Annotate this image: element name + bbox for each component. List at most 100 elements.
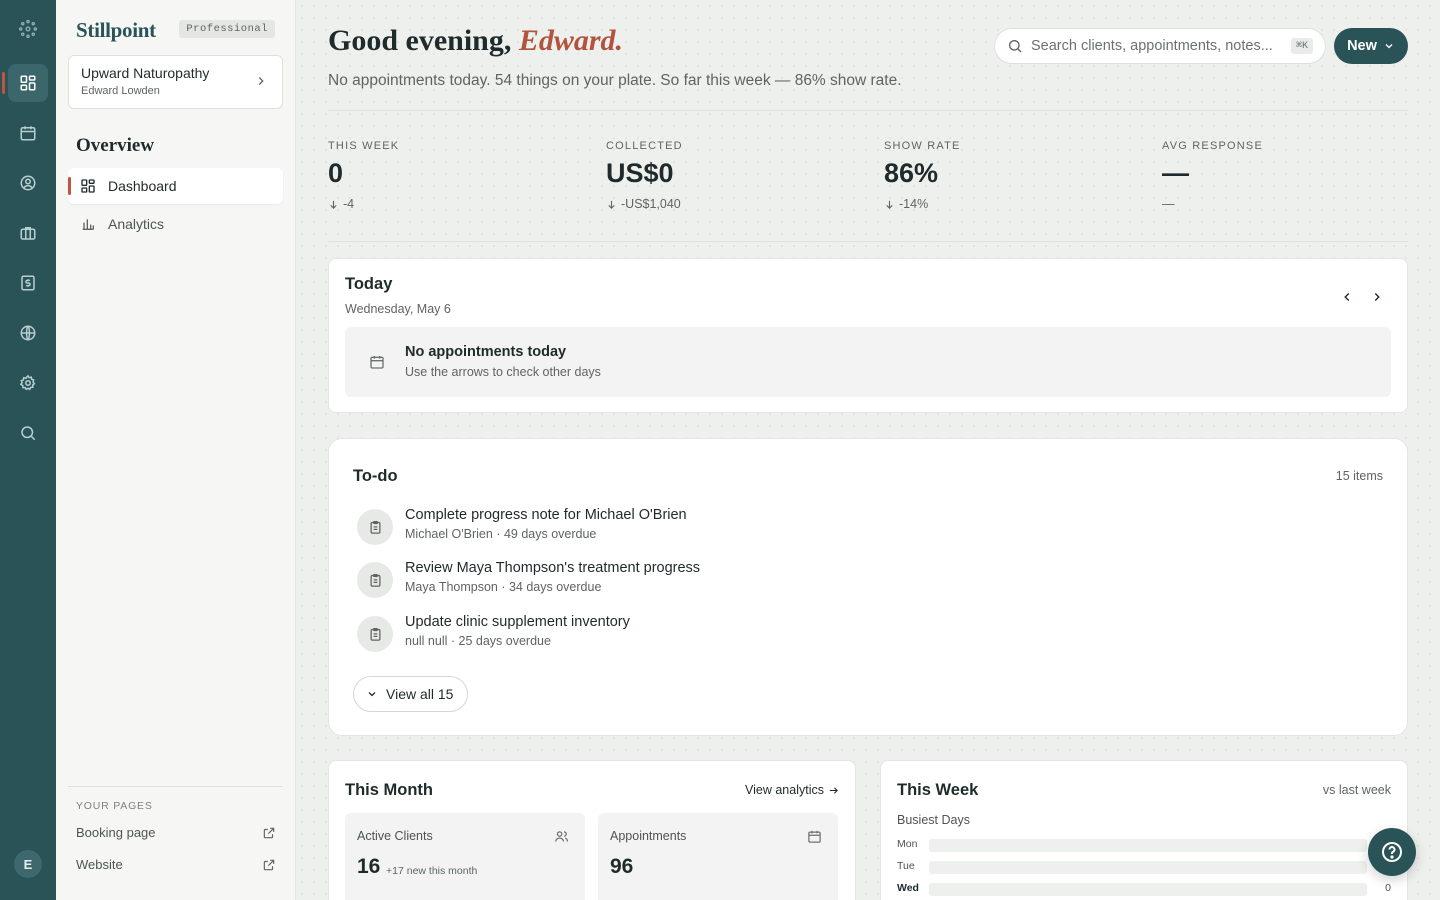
globe-icon (20, 325, 36, 341)
divider (328, 110, 1408, 111)
rail-settings-button[interactable] (8, 364, 48, 402)
page-title: Good evening, Edward. (328, 24, 623, 58)
rail-clients-button[interactable] (8, 164, 48, 202)
list-item[interactable]: Complete progress note for Michael O'Bri… (357, 507, 1057, 547)
appointments-tile: Appointments 96 (598, 813, 838, 900)
new-button[interactable]: New (1334, 28, 1408, 64)
chevron-right-icon (258, 77, 264, 85)
link-label: Website (76, 857, 123, 872)
divider (68, 786, 283, 787)
today-title: Today (345, 275, 393, 293)
clipboard-icon (357, 562, 393, 598)
dashboard-icon (20, 75, 36, 91)
stat-label: AVG RESPONSE (1162, 140, 1263, 152)
day-bar (929, 839, 1367, 852)
stat-delta-value: -4 (343, 197, 355, 211)
rail-calendar-button[interactable] (8, 114, 48, 152)
day-bar (929, 861, 1367, 874)
todo-item-title: Complete progress note for Michael O'Bri… (405, 507, 687, 523)
todo-item-title: Update clinic supplement inventory (405, 614, 630, 630)
stat-value: 0 (328, 158, 344, 188)
view-analytics-link[interactable]: View analytics (745, 783, 839, 797)
rail-briefcase-button[interactable] (8, 214, 48, 252)
todo-item-title: Review Maya Thompson's treatment progres… (405, 560, 701, 576)
chevron-down-icon (368, 692, 376, 697)
icon-rail: E (0, 0, 56, 900)
stat-delta-value: — (1162, 197, 1175, 211)
rail-billing-button[interactable] (8, 264, 48, 302)
stat-delta-value: -US$1,040 (621, 197, 681, 211)
stat-delta: — (1162, 197, 1422, 211)
list-item[interactable]: Update clinic supplement inventory null … (357, 614, 1057, 654)
stat-value: US$0 (606, 158, 674, 188)
avatar[interactable]: E (14, 850, 42, 878)
calendar-icon (370, 356, 384, 369)
brand-logo: Stillpoint (76, 18, 156, 42)
list-item[interactable]: Review Maya Thompson's treatment progres… (357, 560, 1057, 600)
stat-delta: -4 (328, 197, 588, 211)
day-value: 0 (1385, 882, 1391, 894)
billing-icon (21, 275, 35, 291)
chevron-right-icon (1374, 293, 1380, 301)
search-bar[interactable]: ⌘K (994, 28, 1326, 64)
sidebar-item-analytics[interactable]: Analytics (68, 206, 283, 242)
stat-delta-value: -14% (899, 197, 929, 211)
greeting-prefix: Good evening, (328, 24, 512, 57)
stat-label: SHOW RATE (884, 140, 961, 152)
clinic-switcher[interactable]: Upward Naturopathy Edward Lowden (68, 55, 283, 109)
tile-label: Active Clients (357, 829, 433, 843)
tile-value: 16 (357, 855, 381, 878)
day-row: Wed 0 (897, 881, 1397, 897)
stat-value: 86% (884, 158, 939, 188)
day-label: Wed (897, 882, 919, 894)
logo-icon (18, 19, 38, 39)
today-card: Today Wednesday, May 6 No appointments t… (328, 258, 1408, 413)
new-button-label: New (1347, 38, 1377, 54)
sidebar-item-dashboard[interactable]: Dashboard (68, 168, 283, 204)
main-content: Good evening, Edward. No appointments to… (296, 0, 1440, 900)
todo-item-subtitle: Maya Thompson · 34 days overdue (405, 580, 602, 594)
rail-dashboard-button[interactable] (2, 64, 48, 102)
tile-value: 96 (610, 855, 634, 878)
sidebar-item-label: Dashboard (108, 178, 177, 194)
previous-day-button[interactable] (1337, 287, 1357, 307)
stat-label: THIS WEEK (328, 140, 400, 152)
website-link[interactable]: Website (76, 857, 276, 872)
todo-count: 15 items (1335, 469, 1383, 483)
bar-chart-icon (82, 219, 94, 230)
help-button[interactable] (1368, 828, 1416, 876)
your-pages-title: YOUR PAGES (76, 800, 153, 812)
rail-search-button[interactable] (8, 414, 48, 452)
day-row: Tue (897, 859, 1397, 875)
booking-page-link[interactable]: Booking page (76, 825, 276, 840)
rail-globe-button[interactable] (8, 314, 48, 352)
external-link-icon (263, 827, 275, 838)
chevron-left-icon (1344, 293, 1350, 301)
search-icon (1009, 40, 1022, 53)
search-icon (21, 426, 36, 441)
view-all-button[interactable]: View all 15 (353, 676, 469, 712)
empty-state: No appointments today Use the arrows to … (345, 327, 1391, 397)
day-bar (929, 883, 1367, 896)
arrow-down-icon (608, 200, 615, 209)
divider (328, 241, 1408, 242)
stat-avg-response: AVG RESPONSE — — (1162, 140, 1422, 211)
gear-icon (19, 374, 36, 391)
empty-title: No appointments today (405, 344, 567, 360)
dashboard-icon (81, 179, 95, 193)
this-month-title: This Month (345, 781, 433, 799)
next-day-button[interactable] (1367, 287, 1387, 307)
todo-item-subtitle: null null · 25 days overdue (405, 634, 551, 648)
this-week-card: This Week vs last week Busiest Days Mon … (880, 760, 1408, 900)
users-icon (554, 831, 569, 842)
busiest-days-title: Busiest Days (897, 813, 970, 827)
search-input[interactable] (1031, 38, 1281, 54)
stat-value: — (1162, 158, 1189, 188)
search-shortcut: ⌘K (1290, 38, 1313, 54)
plan-badge: Professional (179, 20, 275, 38)
clinic-name: Upward Naturopathy (81, 65, 210, 81)
calendar-icon (808, 830, 821, 843)
tile-label: Appointments (610, 829, 687, 843)
link-label: Booking page (76, 825, 156, 840)
day-label: Mon (897, 838, 918, 850)
